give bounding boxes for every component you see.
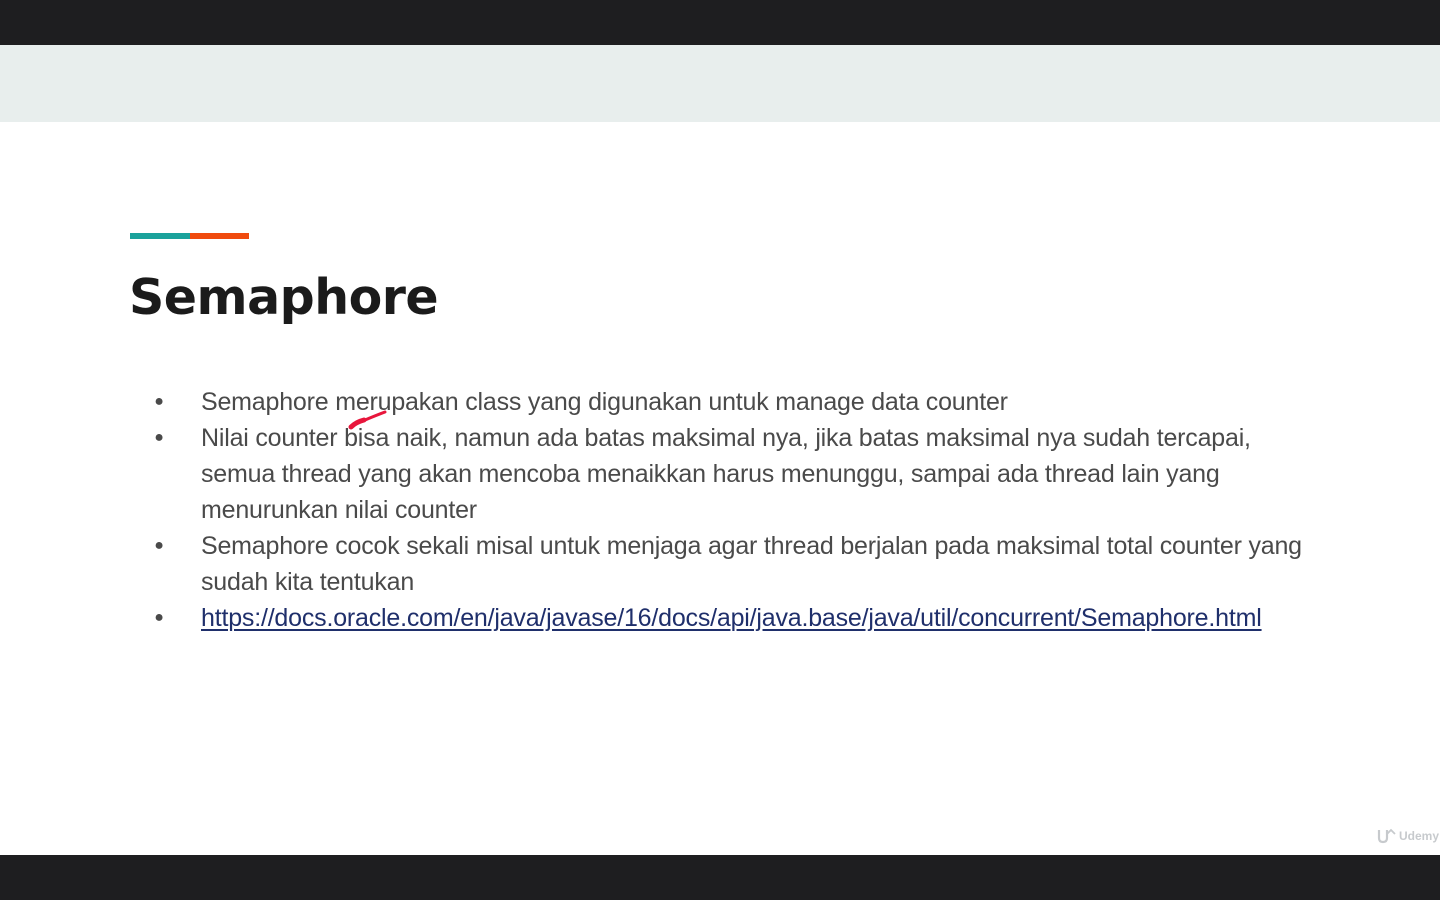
accent-bar-teal bbox=[130, 233, 190, 239]
video-letterbox-bottom bbox=[0, 855, 1440, 900]
title-accent-bar bbox=[130, 233, 249, 239]
bullet-icon: ● bbox=[154, 609, 164, 626]
accent-bar-orange bbox=[190, 233, 249, 239]
bullet-text: Nilai counter bisa naik, namun ada batas… bbox=[201, 424, 1251, 524]
udemy-watermark-text: Udemy bbox=[1399, 829, 1440, 843]
bullet-icon: ● bbox=[154, 393, 164, 410]
bullet-item: ● Semaphore cocok sekali misal untuk men… bbox=[150, 528, 1310, 600]
video-letterbox-top bbox=[0, 0, 1440, 45]
udemy-watermark: Udemy bbox=[1376, 828, 1439, 844]
bullet-text: Semaphore merupakan class yang digunakan… bbox=[201, 388, 1008, 416]
pen-stroke-icon bbox=[348, 410, 387, 430]
bullet-item: ● Nilai counter bisa naik, namun ada bat… bbox=[150, 420, 1310, 528]
bullet-text: Semaphore cocok sekali misal untuk menja… bbox=[201, 532, 1302, 596]
bullet-icon: ● bbox=[154, 429, 164, 446]
udemy-logo-icon bbox=[1377, 828, 1396, 844]
bullet-list: ● Semaphore merupakan class yang digunak… bbox=[150, 384, 1310, 636]
slide-title: Semaphore bbox=[129, 269, 439, 326]
semaphore-docs-link[interactable]: https://docs.oracle.com/en/java/javase/1… bbox=[201, 604, 1262, 632]
bullet-item: ● https://docs.oracle.com/en/java/javase… bbox=[150, 600, 1310, 636]
bullet-icon: ● bbox=[154, 537, 164, 554]
slide-header-band bbox=[0, 45, 1440, 122]
presentation-slide: Semaphore ● Semaphore merupakan class ya… bbox=[0, 45, 1440, 855]
bullet-item: ● Semaphore merupakan class yang digunak… bbox=[150, 384, 1310, 420]
